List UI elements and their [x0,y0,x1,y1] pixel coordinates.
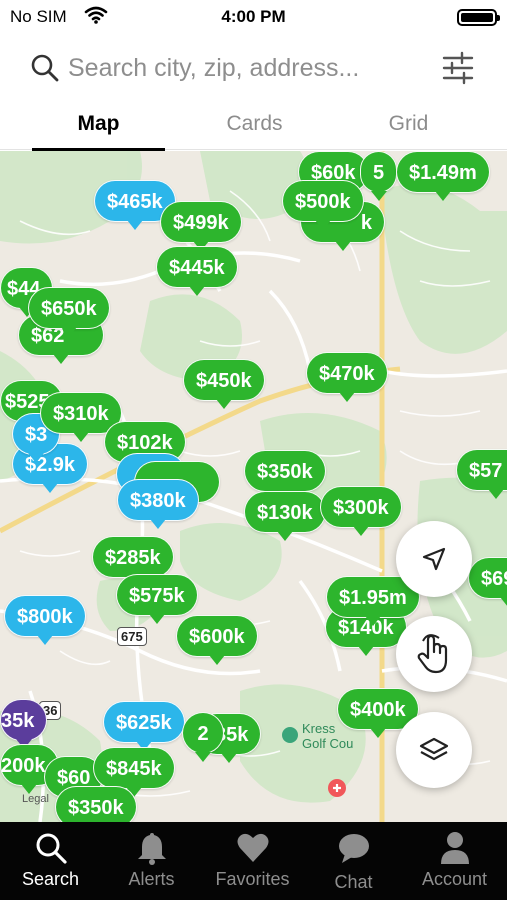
poi-label-line-2: Golf Cou [302,736,354,751]
price-pin[interactable]: 5 [360,151,398,201]
heart-icon [237,833,268,862]
price-pin[interactable]: $350k [55,786,137,822]
tab-bar-alerts[interactable]: Alerts [101,822,202,900]
draw-area-button[interactable] [396,616,472,692]
price-pin[interactable]: $845k [93,747,175,797]
view-tabs: Map Cards Grid [0,100,507,151]
price-pin[interactable]: $445k [156,246,238,296]
price-pin[interactable]: 35k [0,699,48,749]
tab-bar-favorites[interactable]: Favorites [202,822,303,900]
golf-course-icon [282,727,298,743]
road-shield-675: 675 [117,627,147,646]
search-bar [0,40,507,96]
bell-icon [137,833,166,865]
person-icon [440,832,469,864]
search-input[interactable] [68,46,428,90]
price-pin[interactable]: $285k [92,536,174,586]
clock: 4:00 PM [221,7,286,26]
price-pin[interactable]: $500k [282,180,364,230]
price-pin[interactable]: $1.49m [396,151,490,201]
status-bar: No SIM 4:00 PM [0,0,507,34]
location-arrow-icon [422,547,446,571]
search-icon [36,833,67,864]
cluster-pin[interactable]: 2 [182,712,224,762]
map-legal-link[interactable]: Legal [22,793,49,805]
price-pin[interactable]: $450k [183,359,265,409]
tab-bar-account[interactable]: Account [404,822,505,900]
tab-grid[interactable]: Grid [342,100,475,150]
price-pin[interactable]: $300k [320,486,402,536]
price-pin[interactable]: $130k [244,491,326,541]
battery-icon [457,9,500,26]
price-pin[interactable]: $470k [306,352,388,402]
tab-bar-search[interactable]: Search [0,822,101,900]
tab-map[interactable]: Map [32,100,165,151]
price-pin[interactable]: $800k [4,595,86,645]
tab-cards[interactable]: Cards [188,100,321,150]
price-pin[interactable]: $600k [176,615,258,665]
price-pin[interactable]: $380k [117,479,199,529]
price-pin[interactable]: $499k [160,201,242,251]
tab-bar-label: Chat [334,872,373,892]
tab-bar-label: Search [21,869,80,889]
map-view[interactable]: 675 36 Kress Golf Cou Legal $60k 5 $1.49… [0,151,507,822]
price-pin[interactable]: $699 [468,557,507,607]
filter-sliders-icon[interactable] [440,50,476,86]
layers-icon [419,737,449,761]
hand-draw-icon [417,634,448,674]
tab-bar-label: Account [421,869,488,889]
price-pin[interactable]: $575k [116,574,198,624]
price-pin[interactable]: $625k [103,701,185,751]
tab-bar-label: Alerts [128,869,175,889]
my-location-button[interactable] [396,521,472,597]
bottom-tab-bar: Search Alerts Favorites Chat Account [0,822,507,900]
search-icon [31,54,59,82]
price-pin[interactable]: $350k [244,450,326,500]
tab-bar-label: Favorites [215,869,290,889]
chat-bubble-icon [338,834,369,863]
price-pin[interactable]: $57 [456,449,507,499]
tab-bar-chat[interactable]: Chat [303,822,404,900]
map-layers-button[interactable] [396,712,472,788]
price-pin[interactable]: $650k [28,287,110,337]
